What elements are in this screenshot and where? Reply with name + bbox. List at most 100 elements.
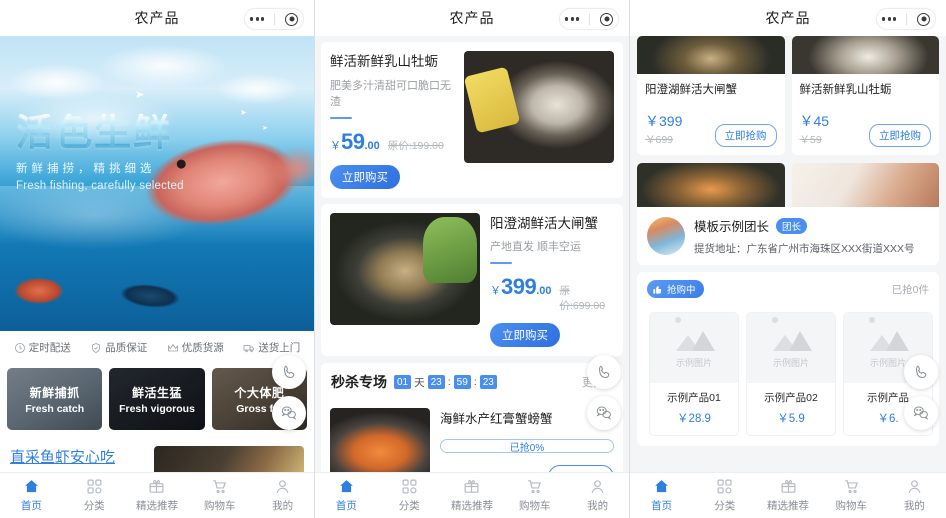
section-link-row[interactable]: 直采鱼虾安心吃 [0, 440, 314, 472]
phone-icon [598, 365, 609, 378]
banner-headline: 活色生鲜 [16, 114, 184, 151]
tab-home[interactable]: 首页 [0, 478, 63, 513]
tab-cart[interactable]: 购物车 [188, 478, 251, 513]
leader-banner-image[interactable] [791, 163, 939, 207]
call-fab[interactable] [272, 355, 306, 389]
tab-cart[interactable]: 购物车 [820, 478, 883, 513]
product-image[interactable] [464, 51, 614, 163]
countdown-hours: 23 [427, 375, 445, 390]
tab-category[interactable]: 分类 [378, 478, 441, 513]
tab-cart[interactable]: 购物车 [503, 478, 566, 513]
section-link-label[interactable]: 直采鱼虾安心吃 [10, 446, 115, 467]
wechat-icon [281, 406, 297, 420]
seckill-progress-label: 已抢0% [509, 442, 545, 454]
wechat-fab[interactable] [272, 396, 306, 430]
tab-profile[interactable]: 我的 [251, 478, 314, 513]
category-tile[interactable]: 新鲜捕抓 Fresh catch [7, 368, 103, 430]
service-label: 优质货源 [181, 342, 224, 354]
seckill-buy-button[interactable]: 立即秒杀 [548, 465, 614, 472]
original-price: 原价:699.00 [559, 285, 606, 313]
seckill-item-image[interactable] [330, 408, 430, 472]
home-icon [655, 480, 668, 493]
tab-label: 首页 [651, 500, 673, 512]
price-decimal: .00 [364, 139, 380, 152]
tab-featured[interactable]: 精选推荐 [441, 478, 504, 513]
tab-label: 首页 [20, 500, 42, 512]
product-card[interactable]: 阳澄湖鲜活大闸蟹 产地直发 顺丰空运 ￥399.00 原价:699.00 立即购… [321, 203, 623, 357]
original-price: 原价:199.00 [387, 139, 444, 152]
tab-category[interactable]: 分类 [693, 478, 756, 513]
target-circle-icon[interactable] [917, 12, 931, 26]
grab-status-bar: 抢购中 已抢0件 [637, 272, 939, 306]
page-title: 农产品 [449, 10, 495, 26]
tile-title-en: Fresh catch [25, 402, 85, 415]
countdown-seconds: 23 [479, 375, 497, 390]
grab-now-button[interactable]: 立即抢购 [869, 124, 931, 147]
seckill-item-card[interactable]: 海鲜水产红膏蟹螃蟹 已抢0% ￥339 ￥399 立即秒杀 [321, 399, 623, 472]
tab-label: 精选推荐 [450, 500, 493, 512]
cart-icon [528, 480, 542, 494]
tab-label: 购物车 [204, 500, 236, 512]
more-dots-icon[interactable] [249, 17, 265, 21]
grid-product-image[interactable] [637, 36, 785, 74]
product-image[interactable] [330, 212, 480, 325]
placeholder-body: 示例产品01 ￥28.9 [650, 383, 738, 435]
call-fab[interactable] [904, 355, 938, 389]
placeholder-image: 示例图片 [650, 313, 738, 383]
placeholder-product-card[interactable]: 示例图片 示例产品02 ￥5.9 [746, 312, 836, 436]
tab-category[interactable]: 分类 [63, 478, 126, 513]
tab-label: 我的 [903, 500, 925, 512]
group-leader-card[interactable]: 模板示例团长 团长 提货地址：广东省广州市海珠区XXX街道XXX号 [637, 207, 939, 265]
image-placeholder-icon [866, 317, 910, 351]
tab-profile[interactable]: 我的 [883, 478, 946, 513]
avatar [647, 217, 685, 255]
countdown-minutes: 59 [453, 375, 471, 390]
group-buy-scroll-area[interactable]: 阳澄湖鲜活大闸蟹 ￥399 ￥699 立即抢购 鲜活新鲜乳山牡蛎 ￥45 ￥59… [630, 36, 946, 472]
hero-banner[interactable]: ➤ ➤ ➤ 活色生鲜 新鲜捕捞，精挑细选 Fresh fishing, care… [0, 36, 314, 331]
wechat-capsule[interactable] [244, 8, 304, 30]
buy-now-button[interactable]: 立即购买 [490, 323, 560, 348]
target-circle-icon[interactable] [600, 12, 614, 26]
wechat-fab[interactable] [904, 396, 938, 430]
product-info: 鲜活新鲜乳山牡蛎 肥美多汁清甜可口脆口无渣 ￥59.00 原价:199.00 立… [330, 51, 454, 189]
home-scroll-area[interactable]: ➤ ➤ ➤ 活色生鲜 新鲜捕捞，精挑细选 Fresh fishing, care… [0, 36, 314, 472]
tab-featured[interactable]: 精选推荐 [126, 478, 189, 513]
tab-home[interactable]: 首页 [315, 478, 378, 513]
wechat-icon [596, 406, 612, 420]
price-row: ￥59.00 原价:199.00 [330, 129, 454, 155]
currency-symbol: ￥ [330, 139, 341, 152]
wechat-fab[interactable] [587, 396, 621, 430]
tab-home[interactable]: 首页 [630, 478, 693, 513]
placeholder-product-card[interactable]: 示例图片 示例产品01 ￥28.9 [649, 312, 739, 436]
tab-profile[interactable]: 我的 [566, 478, 629, 513]
products-scroll-area[interactable]: 鲜活新鲜乳山牡蛎 肥美多汁清甜可口脆口无渣 ￥59.00 原价:199.00 立… [315, 36, 629, 472]
floating-action-buttons [904, 355, 938, 430]
category-tile[interactable]: 鲜活生猛 Fresh vigorous [109, 368, 205, 430]
product-card[interactable]: 鲜活新鲜乳山牡蛎 肥美多汁清甜可口脆口无渣 ￥59.00 原价:199.00 立… [321, 42, 623, 198]
target-circle-icon[interactable] [285, 12, 299, 26]
wechat-capsule[interactable] [559, 8, 619, 30]
call-fab[interactable] [587, 355, 621, 389]
service-item: 优质货源 [167, 340, 224, 355]
buy-now-button[interactable]: 立即购买 [330, 164, 400, 189]
section-thumb[interactable] [154, 446, 304, 472]
price-integer: 59 [341, 128, 365, 154]
grid-product-card[interactable]: 阳澄湖鲜活大闸蟹 ￥399 ￥699 立即抢购 [637, 36, 785, 155]
product-title: 鲜活新鲜乳山牡蛎 [330, 54, 438, 69]
page-title: 农产品 [134, 10, 180, 26]
grid-product-card[interactable]: 鲜活新鲜乳山牡蛎 ￥45 ￥59 立即抢购 [791, 36, 939, 155]
placeholder-products-row[interactable]: 示例图片 示例产品01 ￥28.9 示例图片 示例产品02 ￥5.9 示例图片 … [637, 312, 939, 436]
tab-featured[interactable]: 精选推荐 [756, 478, 819, 513]
tab-label: 分类 [398, 500, 420, 512]
grid-product-image[interactable] [791, 36, 939, 74]
truck-icon [243, 344, 255, 352]
service-item: 品质保证 [90, 340, 147, 355]
more-dots-icon[interactable] [881, 17, 897, 21]
leader-banner-image[interactable] [637, 163, 785, 207]
grab-now-button[interactable]: 立即抢购 [714, 124, 777, 147]
preview-panel-group-buy: 农产品 阳澄湖鲜活大闸蟹 ￥399 ￥699 立即抢购 鲜活新鲜乳山牡蛎 ￥45… [630, 0, 946, 518]
wechat-capsule[interactable] [876, 8, 936, 30]
more-dots-icon[interactable] [564, 17, 580, 21]
tile-title-cn: 新鲜捕抓 [29, 385, 80, 400]
bottom-tabbar: 首页 分类 精选推荐 购物车 我的 [0, 472, 314, 518]
